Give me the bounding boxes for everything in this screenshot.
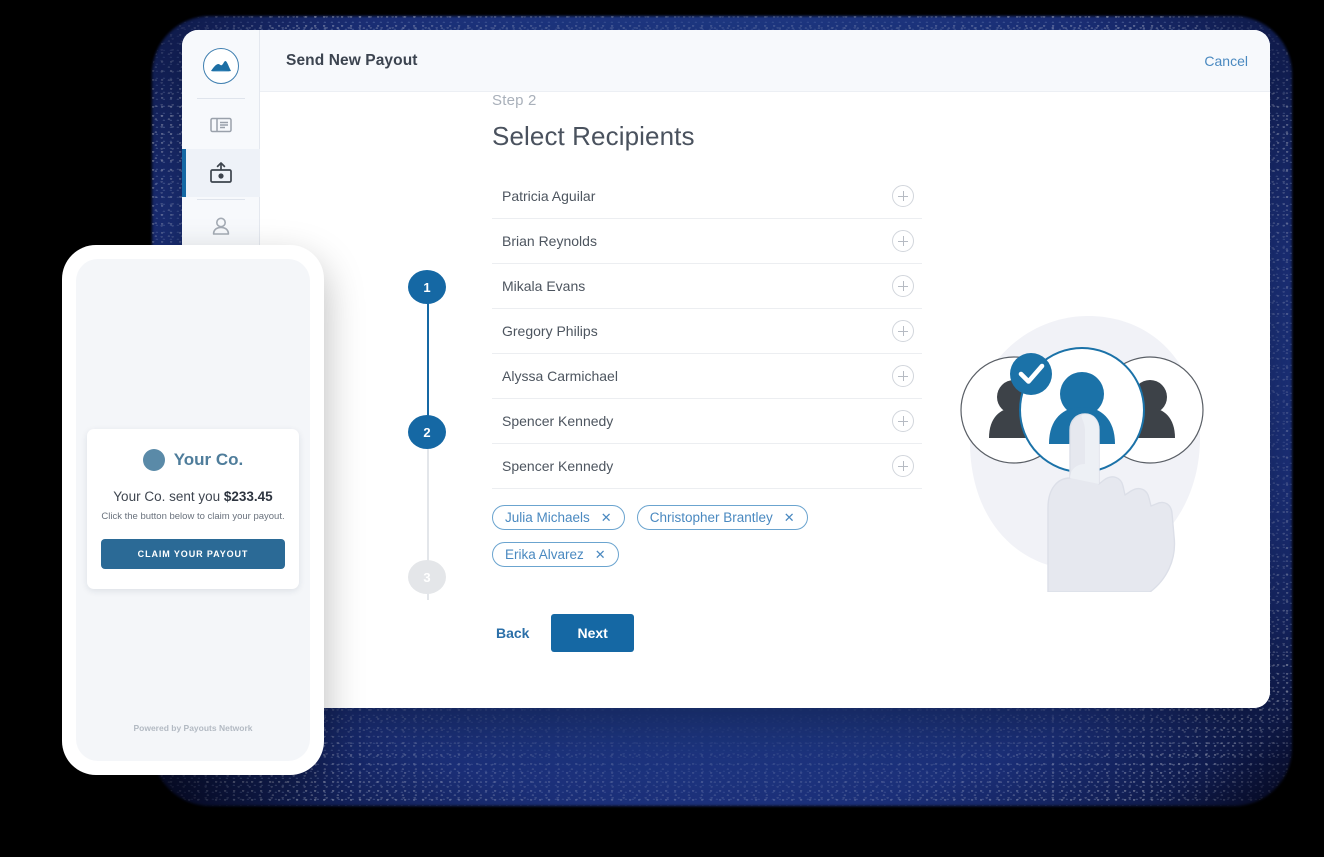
step-dot-3[interactable]: 3 (408, 560, 446, 594)
recipient-name: Brian Reynolds (502, 233, 597, 249)
payout-amount: $233.45 (223, 489, 273, 504)
recipient-chip[interactable]: Julia Michaels ✕ (492, 505, 625, 530)
recipient-name: Spencer Kennedy (502, 413, 614, 429)
list-item[interactable]: Gregory Philips (492, 309, 922, 354)
back-button[interactable]: Back (492, 619, 533, 647)
recipient-name: Alyssa Carmichael (502, 368, 618, 384)
payout-upload-icon (209, 162, 232, 183)
plus-icon[interactable] (892, 365, 914, 387)
content-area: 1 2 3 Step 2 Select Recipients Patricia … (260, 92, 1270, 708)
select-recipient-illustration (936, 292, 1226, 593)
recipient-name: Mikala Evans (502, 278, 586, 294)
step-connector-1-2 (427, 292, 429, 422)
sidebar-item-payouts[interactable] (182, 149, 260, 197)
step-label: Step 2 (492, 92, 537, 109)
person-icon (212, 217, 229, 235)
list-item[interactable]: Mikala Evans (492, 264, 922, 309)
cancel-button[interactable]: Cancel (1204, 53, 1248, 69)
plus-icon[interactable] (892, 410, 914, 432)
selected-recipient-chips: Julia Michaels ✕ Christopher Brantley ✕ … (492, 505, 922, 567)
illustration-svg (960, 316, 1204, 593)
check-circle-icon (1010, 353, 1052, 395)
step-progress-indicator: 1 2 3 (408, 270, 448, 600)
step-dot-2[interactable]: 2 (408, 415, 446, 449)
recipient-list: Patricia Aguilar Brian Reynolds Mikala E… (492, 174, 922, 489)
brand-row: Your Co. (142, 449, 244, 471)
plus-icon[interactable] (892, 185, 914, 207)
phone-mockup: Your Co. Your Co. sent you $233.45 Click… (62, 245, 324, 775)
brand-avatar-icon (142, 449, 165, 471)
phone-screen: Your Co. Your Co. sent you $233.45 Click… (76, 259, 310, 761)
sidebar-divider-bottom (196, 199, 245, 200)
close-icon[interactable]: ✕ (601, 511, 612, 524)
next-button[interactable]: Next (551, 614, 634, 652)
mountain-logo-icon (210, 61, 231, 72)
plus-icon[interactable] (892, 275, 914, 297)
recipient-chip[interactable]: Christopher Brantley ✕ (636, 505, 808, 530)
claim-instruction: Click the button below to claim your pay… (101, 511, 285, 522)
recipient-name: Gregory Philips (502, 323, 598, 339)
list-item[interactable]: Spencer Kennedy (492, 444, 922, 489)
recipient-form: Step 2 Select Recipients Patricia Aguila… (492, 92, 922, 652)
list-item[interactable]: Alyssa Carmichael (492, 354, 922, 399)
chip-label: Christopher Brantley (649, 510, 773, 525)
sidebar-divider-top (196, 98, 245, 99)
close-icon[interactable]: ✕ (784, 511, 795, 524)
app-logo[interactable] (202, 48, 239, 84)
recipient-name: Spencer Kennedy (502, 458, 614, 474)
top-bar: Send New Payout Cancel (260, 30, 1270, 92)
recipient-chip[interactable]: Erika Alvarez ✕ (492, 542, 619, 567)
plus-icon[interactable] (892, 230, 914, 252)
brand-name: Your Co. (173, 450, 244, 469)
list-item[interactable]: Spencer Kennedy (492, 399, 922, 444)
app-window: Send New Payout Cancel 1 2 3 Step 2 Sele… (182, 30, 1270, 708)
plus-icon[interactable] (892, 320, 914, 342)
screenshot-stage: Send New Payout Cancel 1 2 3 Step 2 Sele… (0, 0, 1324, 857)
step-dot-1[interactable]: 1 (408, 270, 446, 304)
claim-payout-button[interactable]: CLAIM YOUR PAYOUT (101, 539, 285, 569)
plus-icon[interactable] (892, 455, 914, 477)
phone-footer-text: Powered by Payouts Network (133, 723, 253, 733)
id-card-icon (209, 117, 232, 133)
list-item[interactable]: Brian Reynolds (492, 219, 922, 264)
chip-label: Erika Alvarez (505, 547, 584, 562)
payout-sent-prefix: Your Co. sent you (113, 489, 224, 504)
main-area: Send New Payout Cancel 1 2 3 Step 2 Sele… (260, 30, 1270, 708)
close-icon[interactable]: ✕ (595, 548, 606, 561)
sidebar-item-cards[interactable] (182, 101, 260, 149)
chip-label: Julia Michaels (505, 510, 590, 525)
page-title: Select Recipients (492, 121, 695, 151)
payout-sent-message: Your Co. sent you $233.45 (113, 489, 272, 504)
page-header-title: Send New Payout (286, 51, 418, 69)
form-actions: Back Next (492, 614, 922, 652)
list-item[interactable]: Patricia Aguilar (492, 174, 922, 219)
sidebar-item-profile[interactable] (182, 202, 260, 250)
payout-claim-card: Your Co. Your Co. sent you $233.45 Click… (87, 429, 299, 589)
recipient-name: Patricia Aguilar (502, 188, 596, 204)
